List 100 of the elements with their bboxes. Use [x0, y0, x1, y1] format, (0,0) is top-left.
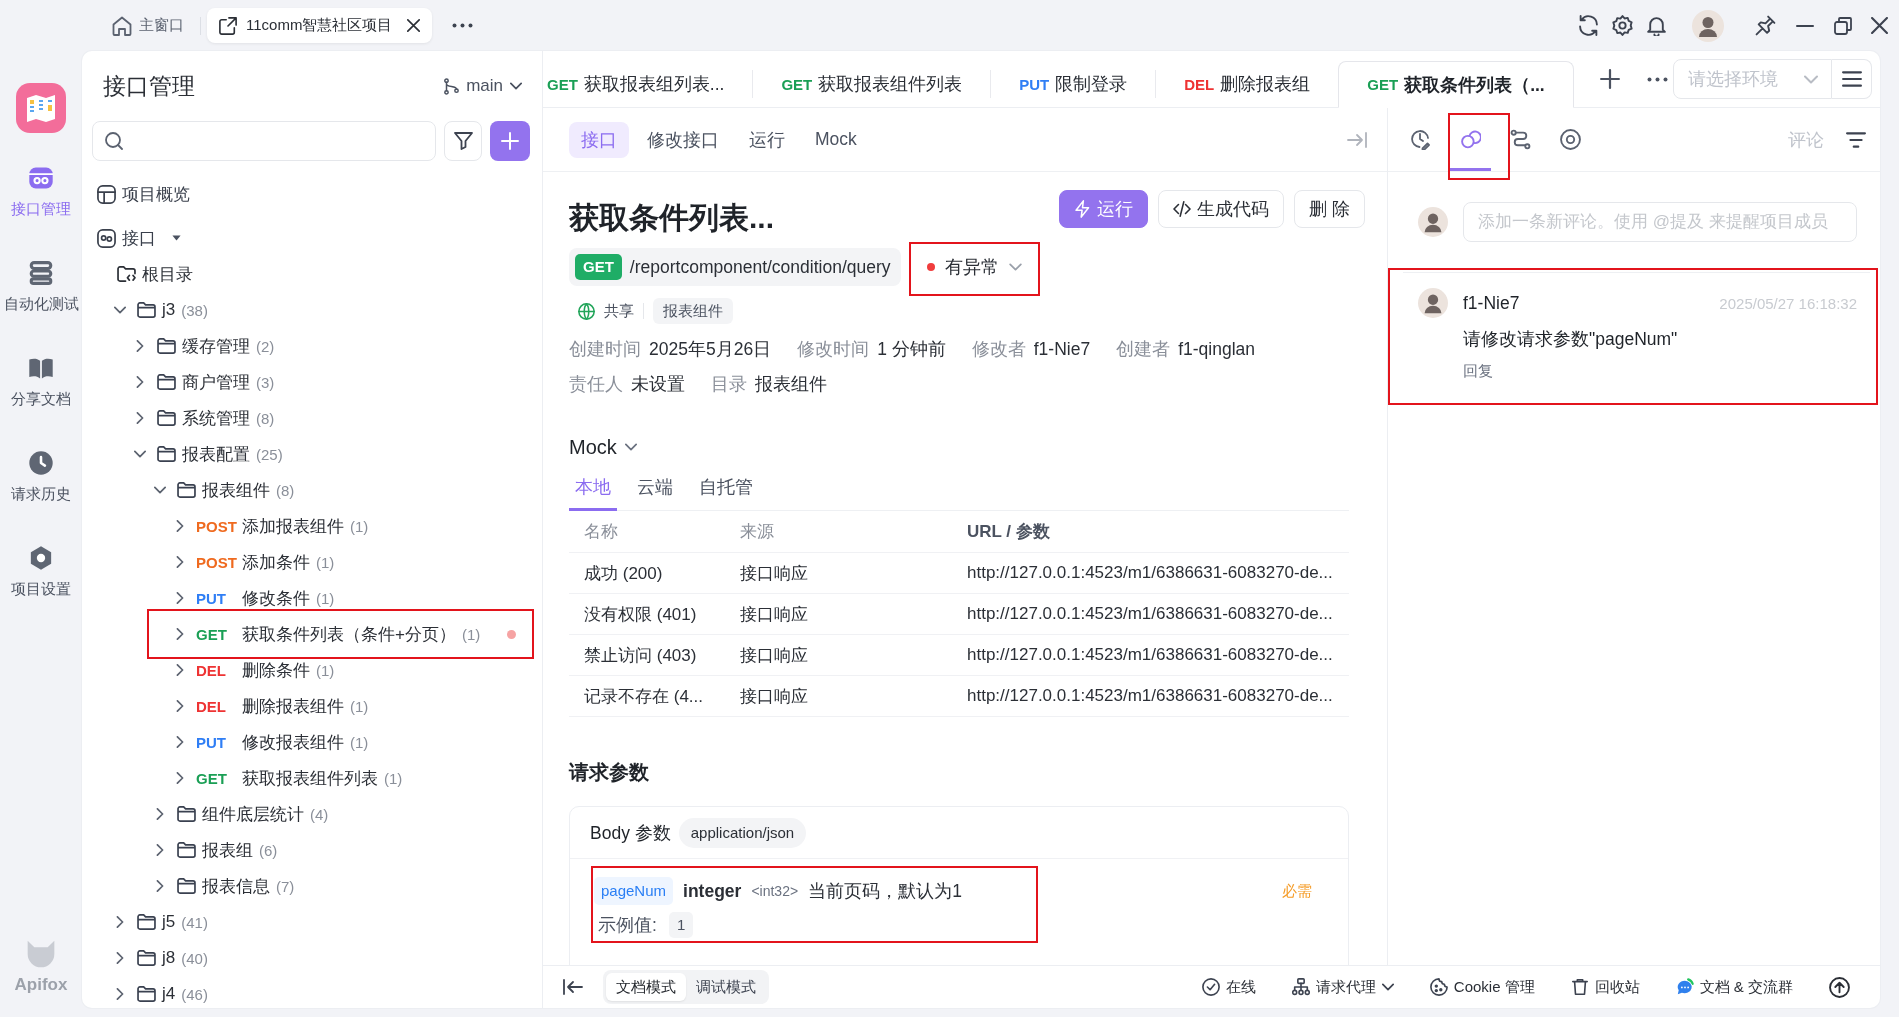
endpoint-name[interactable]: 修改报表组件 [242, 730, 344, 754]
chevron-right-icon[interactable] [114, 988, 126, 1000]
nav-item[interactable]: 自动化测试 [0, 260, 82, 355]
table-cell[interactable]: http://127.0.0.1:4523/m1/6386631-6083270-de... [952, 594, 1349, 635]
endpoint-name[interactable]: 获取报表组件列表 [242, 766, 378, 790]
mode-tab[interactable]: 文档模式 [606, 973, 686, 1001]
settings-icon[interactable] [1612, 15, 1633, 36]
chevron-right-icon[interactable] [114, 916, 126, 928]
mode-tab[interactable]: 调试模式 [686, 973, 766, 1001]
mock-tab[interactable]: 自托管 [693, 466, 759, 511]
folder-icon [177, 482, 196, 498]
view-tab[interactable]: Mock [803, 121, 869, 158]
folder-name[interactable]: j5 [162, 912, 176, 932]
chevron-right-icon[interactable] [154, 880, 166, 892]
view-tab[interactable]: 修改接口 [635, 121, 731, 158]
status-bar-button[interactable]: 文档 & 交流群 [1675, 977, 1793, 997]
branch-selector[interactable]: main [444, 76, 522, 96]
refresh-icon[interactable] [1578, 15, 1599, 36]
table-cell[interactable]: http://127.0.0.1:4523/m1/6386631-6083270-de... [952, 553, 1349, 594]
endpoint-name[interactable]: 修改条件 [242, 586, 310, 610]
request-tab[interactable]: GET 获取报表组列表... [543, 61, 753, 107]
folder-name[interactable]: j4 [162, 984, 176, 1004]
folder-name[interactable]: 报表组件 [202, 478, 270, 502]
run-button[interactable]: 运行 [1059, 190, 1149, 228]
close-icon[interactable] [407, 19, 421, 32]
folder-name[interactable]: 报表配置 [182, 442, 250, 466]
chevron-right-icon[interactable] [174, 700, 186, 712]
pin-icon[interactable] [1755, 15, 1776, 36]
restore-icon[interactable] [1834, 16, 1852, 35]
request-tab[interactable]: PUT 限制登录 [991, 61, 1156, 107]
endpoint-name[interactable]: 添加报表组件 [242, 514, 344, 538]
minimize-icon[interactable] [1795, 23, 1815, 28]
app-logo-icon[interactable] [16, 83, 66, 133]
filter-icon[interactable] [1846, 131, 1866, 148]
status-bar-button[interactable]: 请求代理 [1291, 977, 1394, 997]
folder-name[interactable]: 商户管理 [182, 370, 250, 394]
endpoint-name[interactable]: 删除报表组件 [242, 694, 344, 718]
chevron-right-icon[interactable] [174, 556, 186, 568]
chevron-down-icon[interactable] [134, 448, 146, 460]
delete-button[interactable]: 删 除 [1294, 190, 1365, 228]
request-tab[interactable]: DEL 删除报表组 [1156, 61, 1339, 107]
chevron-down-icon[interactable] [154, 484, 166, 496]
close-icon[interactable] [1871, 17, 1888, 34]
chevron-right-icon[interactable] [154, 808, 166, 820]
caret-down-icon[interactable] [172, 235, 181, 241]
mock-tab[interactable]: 本地 [569, 466, 617, 511]
reply-link[interactable]: 回复 [1463, 359, 1493, 383]
chevron-right-icon[interactable] [134, 412, 146, 424]
plus-icon[interactable] [1599, 69, 1620, 89]
request-tab[interactable]: GET 获取条件列表（... [1338, 61, 1574, 108]
nav-item[interactable]: 分享文档 [0, 355, 82, 450]
window-tab[interactable]: 11comm智慧社区项目 [207, 8, 433, 43]
status-dropdown[interactable]: 有异常 [916, 248, 1032, 286]
more-icon[interactable] [1646, 76, 1668, 82]
status-bar-button[interactable]: Cookie 管理 [1429, 977, 1535, 997]
folder-name[interactable]: 报表组 [202, 838, 253, 862]
chevron-right-icon[interactable] [174, 520, 186, 532]
add-button[interactable] [490, 121, 530, 161]
request-tab[interactable]: GET 获取报表组件列表 [753, 61, 991, 107]
mock-dropdown[interactable]: Mock [569, 433, 637, 461]
tree-link[interactable]: 项目概览 [122, 182, 190, 206]
mock-tab[interactable]: 云端 [631, 466, 679, 511]
chevron-right-icon[interactable] [154, 844, 166, 856]
generate-code-button[interactable]: 生成代码 [1158, 190, 1285, 228]
environment-select[interactable]: 请选择环境 [1673, 59, 1832, 99]
arrow-up-circle-icon[interactable] [1829, 976, 1850, 998]
filter-button[interactable] [444, 121, 482, 161]
folder-name[interactable]: j3 [162, 300, 176, 320]
more-icon[interactable] [452, 23, 474, 28]
chevron-right-icon[interactable] [174, 664, 186, 676]
chevron-right-icon[interactable] [114, 952, 126, 964]
folder-name[interactable]: 组件底层统计 [202, 802, 304, 826]
endpoint-name[interactable]: 删除条件 [242, 658, 310, 682]
meta-label: 修改者 [971, 339, 1026, 359]
search-field[interactable] [92, 121, 436, 161]
chevron-right-icon[interactable] [174, 736, 186, 748]
folder-name[interactable]: j8 [162, 948, 176, 968]
view-tab[interactable]: 运行 [737, 121, 797, 158]
tree-link[interactable]: 接口 [122, 226, 156, 250]
folder-name[interactable]: 根目录 [142, 262, 193, 286]
status-bar-button[interactable]: 在线 [1201, 977, 1256, 997]
folder-name[interactable]: 报表信息 [202, 874, 270, 898]
chevron-right-icon[interactable] [174, 592, 186, 604]
chevron-right-icon[interactable] [134, 340, 146, 352]
status-bar-button[interactable]: 回收站 [1570, 977, 1640, 997]
chevron-right-icon[interactable] [134, 376, 146, 388]
chevron-right-icon[interactable] [174, 628, 186, 640]
table-cell[interactable]: http://127.0.0.1:4523/m1/6386631-6083270-de... [952, 676, 1349, 717]
endpoint-name[interactable]: 获取条件列表（条件+分页） [242, 622, 456, 646]
collapse-sidebar-icon[interactable] [563, 979, 583, 995]
nav-item[interactable]: 请求历史 [0, 450, 82, 545]
endpoint-name[interactable]: 添加条件 [242, 550, 310, 574]
folder-name[interactable]: 系统管理 [182, 406, 250, 430]
table-cell[interactable]: http://127.0.0.1:4523/m1/6386631-6083270-de... [952, 635, 1349, 676]
menu-button[interactable] [1832, 59, 1872, 99]
chevron-right-icon[interactable] [174, 772, 186, 784]
notification-icon[interactable] [1646, 15, 1667, 36]
chevron-down-icon[interactable] [114, 304, 126, 316]
folder-name[interactable]: 缓存管理 [182, 334, 250, 358]
window-tab[interactable]: 主窗口 [102, 8, 194, 43]
